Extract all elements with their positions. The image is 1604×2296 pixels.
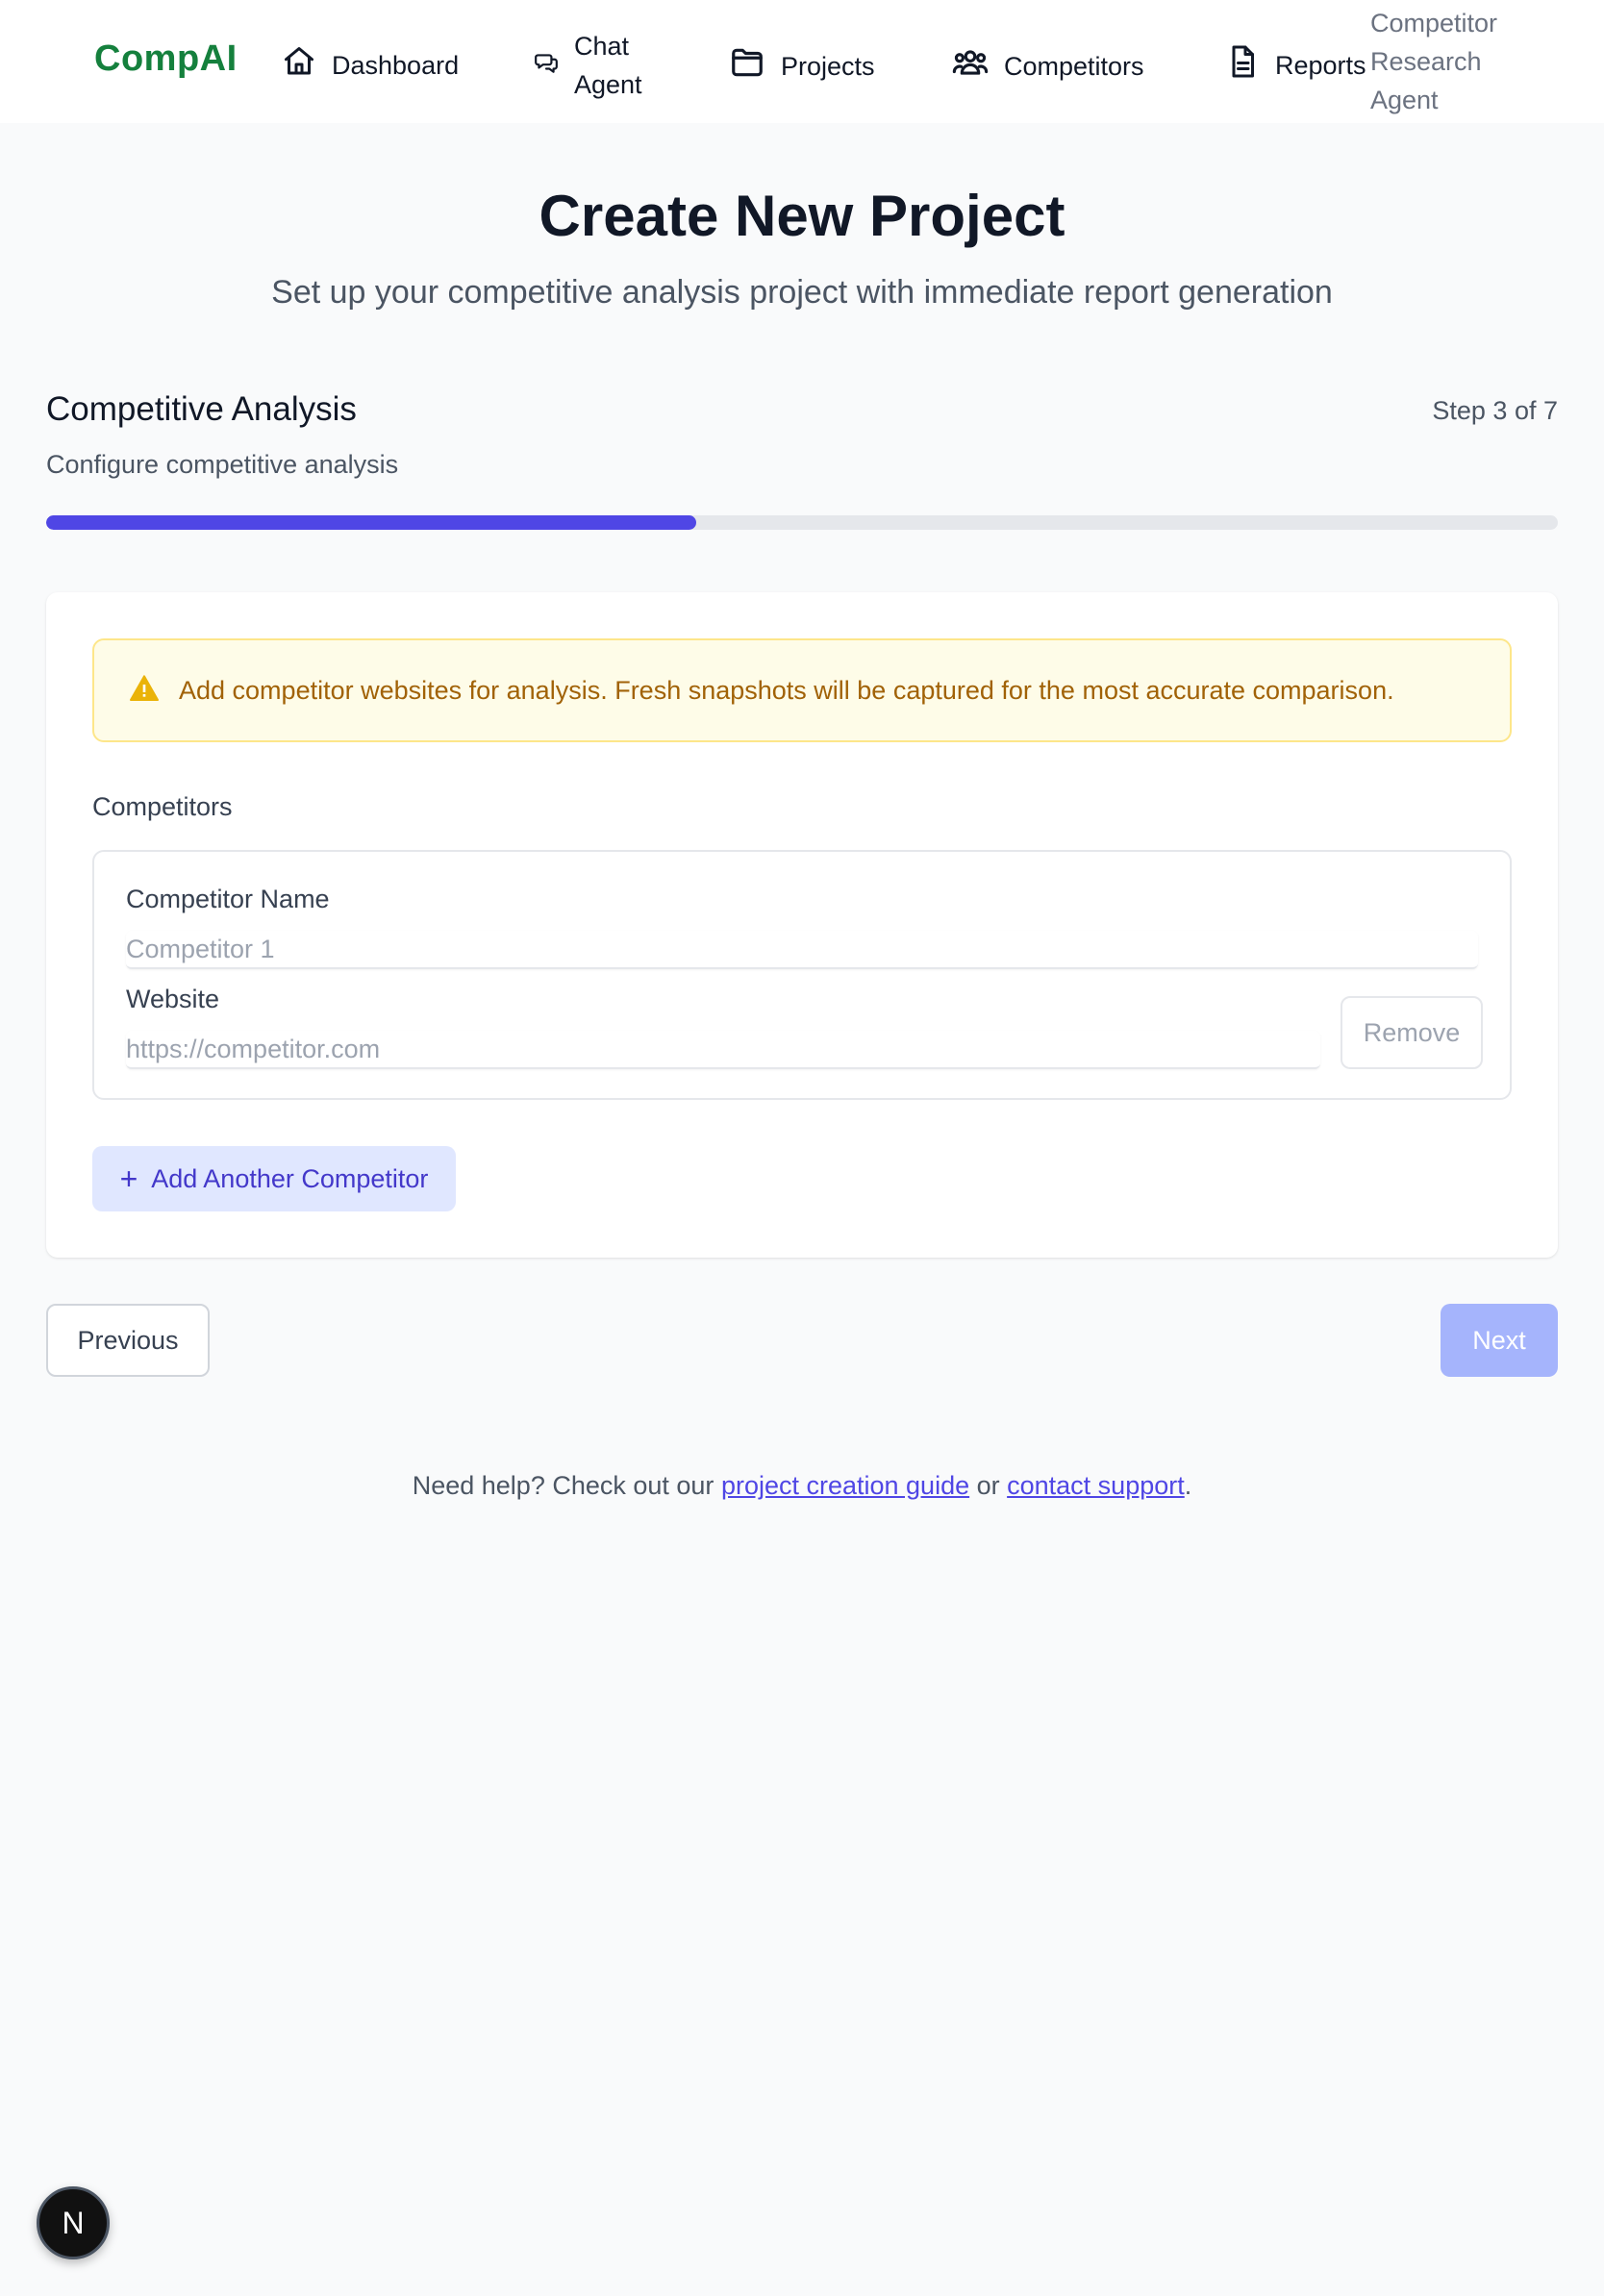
page-title: Create New Project [539, 184, 1065, 248]
progress-bar-fill [46, 515, 696, 530]
home-icon [282, 44, 316, 86]
competitor-name-input[interactable] [126, 931, 1478, 969]
nav-item-label: Projects [781, 51, 875, 81]
competitors-section-label: Competitors [92, 792, 233, 821]
step-counter: Step 3 of 7 [1432, 396, 1558, 425]
users-icon [952, 44, 989, 87]
competitor-form-card: Add competitor websites for analysis. Fr… [46, 592, 1558, 1258]
nav-item-dashboard[interactable]: Dashboard [282, 44, 459, 86]
nav-item-label: Reports [1275, 50, 1366, 80]
alert-text: Add competitor websites for analysis. Fr… [179, 675, 1394, 705]
top-navigation: CompAI Dashboard Chat Agent Projects Com… [0, 0, 1604, 123]
nav-item-chat-agent[interactable]: Chat Agent [534, 27, 661, 104]
nav-item-competitors[interactable]: Competitors [952, 44, 1144, 87]
remove-competitor-button[interactable]: Remove [1341, 996, 1483, 1069]
document-icon [1225, 44, 1260, 86]
help-middle: or [969, 1471, 1008, 1500]
nav-item-reports[interactable]: Reports [1225, 44, 1366, 86]
app-subtitle: Competitor Research Agent [1370, 9, 1498, 114]
website-label: Website [126, 985, 220, 1013]
info-alert: Add competitor websites for analysis. Fr… [92, 638, 1512, 742]
website-input[interactable] [126, 1031, 1320, 1069]
help-prefix: Need help? Check out our [412, 1471, 721, 1500]
dev-tools-button[interactable]: N [37, 2186, 110, 2259]
next-button[interactable]: Next [1441, 1304, 1558, 1377]
competitor-name-label: Competitor Name [126, 885, 330, 913]
step-title: Competitive Analysis [46, 390, 357, 428]
plus-icon: + [119, 1161, 138, 1196]
page-subtitle: Set up your competitive analysis project… [271, 274, 1333, 311]
previous-button[interactable]: Previous [46, 1304, 210, 1377]
nav-item-projects[interactable]: Projects [729, 44, 875, 87]
help-text: Need help? Check out our project creatio… [0, 1471, 1604, 1501]
nav-item-label: Dashboard [332, 50, 460, 80]
contact-support-link[interactable]: contact support [1007, 1471, 1185, 1500]
project-guide-link[interactable]: project creation guide [721, 1471, 969, 1500]
nav-item-label: Competitors [1004, 51, 1144, 81]
nav-item-label: Chat Agent [574, 32, 642, 99]
brand-logo[interactable]: CompAI [94, 38, 238, 80]
warning-icon [129, 673, 160, 709]
help-suffix: . [1184, 1471, 1192, 1500]
step-description: Configure competitive analysis [46, 450, 399, 479]
add-competitor-button[interactable]: + Add Another Competitor [92, 1146, 456, 1211]
folder-icon [729, 44, 765, 87]
competitor-entry: Competitor Name Website Remove [92, 850, 1512, 1100]
chat-icon [534, 50, 559, 82]
progress-bar [46, 515, 1558, 530]
add-competitor-label: Add Another Competitor [151, 1163, 429, 1193]
